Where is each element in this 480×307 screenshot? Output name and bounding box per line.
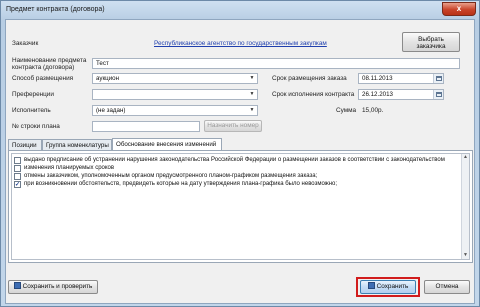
dialog-window: Предмет контракта (договора) x Заказчик … bbox=[0, 0, 480, 307]
plan-row-field[interactable] bbox=[92, 121, 200, 132]
dialog-footer: Сохранить и проверить Сохранить Отмена bbox=[6, 265, 474, 303]
tab-positions[interactable]: Позиции bbox=[8, 139, 42, 150]
save-and-check-button[interactable]: Сохранить и проверить bbox=[8, 280, 98, 294]
customer-link[interactable]: Республиканское агентство по государстве… bbox=[154, 40, 327, 47]
close-button[interactable]: x bbox=[442, 2, 476, 16]
save-and-check-label: Сохранить и проверить bbox=[22, 283, 93, 290]
preferences-select[interactable]: ▼ bbox=[92, 89, 258, 100]
chevron-down-icon[interactable]: ▼ bbox=[247, 106, 257, 115]
dialog-body: Заказчик Республиканское агентство по го… bbox=[5, 19, 475, 304]
change-reasons-list[interactable]: выдано предписание об устранении нарушен… bbox=[11, 153, 470, 260]
list-item-label: изменения планируемых сроков bbox=[24, 165, 115, 171]
execution-date-field[interactable]: 26.12.2013 bbox=[358, 89, 444, 100]
order-date-field[interactable]: 08.11.2013 bbox=[358, 73, 444, 84]
name-label: Наименование предмета контракта (договор… bbox=[12, 57, 87, 71]
title-bar[interactable]: Предмет контракта (договора) x bbox=[1, 1, 479, 19]
window-title: Предмет контракта (договора) bbox=[6, 6, 105, 13]
checkbox[interactable] bbox=[14, 173, 21, 180]
choose-customer-button[interactable]: Выбрать заказчика bbox=[402, 32, 460, 52]
customer-label: Заказчик bbox=[12, 40, 39, 47]
executor-value: (не задан) bbox=[96, 107, 126, 114]
vertical-scrollbar[interactable]: ▲ ▼ bbox=[461, 154, 469, 259]
preferences-label: Преференции bbox=[12, 91, 54, 98]
save-button[interactable]: Сохранить bbox=[360, 280, 416, 294]
list-item-label: отмены заказчиком, уполномоченным органо… bbox=[24, 173, 318, 179]
sum-label: Сумма bbox=[336, 107, 357, 114]
save-label: Сохранить bbox=[376, 283, 409, 290]
checkbox-checked[interactable]: ✓ bbox=[14, 181, 21, 188]
execution-date-value: 26.12.2013 bbox=[362, 91, 393, 98]
method-value: аукцион bbox=[96, 75, 120, 82]
tab-panel: выдано предписание об устранении нарушен… bbox=[8, 150, 473, 263]
order-date-label: Срок размещения заказа bbox=[272, 75, 347, 82]
method-label: Способ размещения bbox=[12, 75, 74, 82]
checkbox[interactable] bbox=[14, 165, 21, 172]
order-date-value: 08.11.2013 bbox=[362, 75, 393, 82]
scroll-down-icon[interactable]: ▼ bbox=[462, 252, 469, 259]
method-select[interactable]: аукцион ▼ bbox=[92, 73, 258, 84]
plan-row-label: № строки плана bbox=[12, 123, 60, 130]
list-item-label: выдано предписание об устранении нарушен… bbox=[24, 157, 445, 163]
checkbox[interactable] bbox=[14, 157, 21, 164]
calendar-icon[interactable] bbox=[433, 74, 443, 83]
scroll-up-icon[interactable]: ▲ bbox=[462, 154, 469, 161]
cancel-button[interactable]: Отмена bbox=[424, 280, 470, 294]
tab-nomenclature-group[interactable]: Группа номенклатуры bbox=[42, 139, 112, 150]
executor-select[interactable]: (не задан) ▼ bbox=[92, 105, 258, 116]
sum-value: 15,00р. bbox=[362, 107, 384, 114]
calendar-icon[interactable] bbox=[433, 90, 443, 99]
save-icon bbox=[13, 282, 21, 289]
chevron-down-icon[interactable]: ▼ bbox=[247, 90, 257, 99]
executor-label: Исполнитель bbox=[12, 107, 51, 114]
execution-date-label: Срок исполнения контракта bbox=[272, 91, 355, 98]
name-field[interactable]: Тест bbox=[92, 58, 460, 69]
save-icon bbox=[367, 282, 375, 289]
chevron-down-icon[interactable]: ▼ bbox=[247, 74, 257, 83]
list-item-label: при возникновении обстоятельств, предвид… bbox=[24, 181, 338, 187]
assign-number-button[interactable]: Назначить номер bbox=[204, 120, 262, 132]
